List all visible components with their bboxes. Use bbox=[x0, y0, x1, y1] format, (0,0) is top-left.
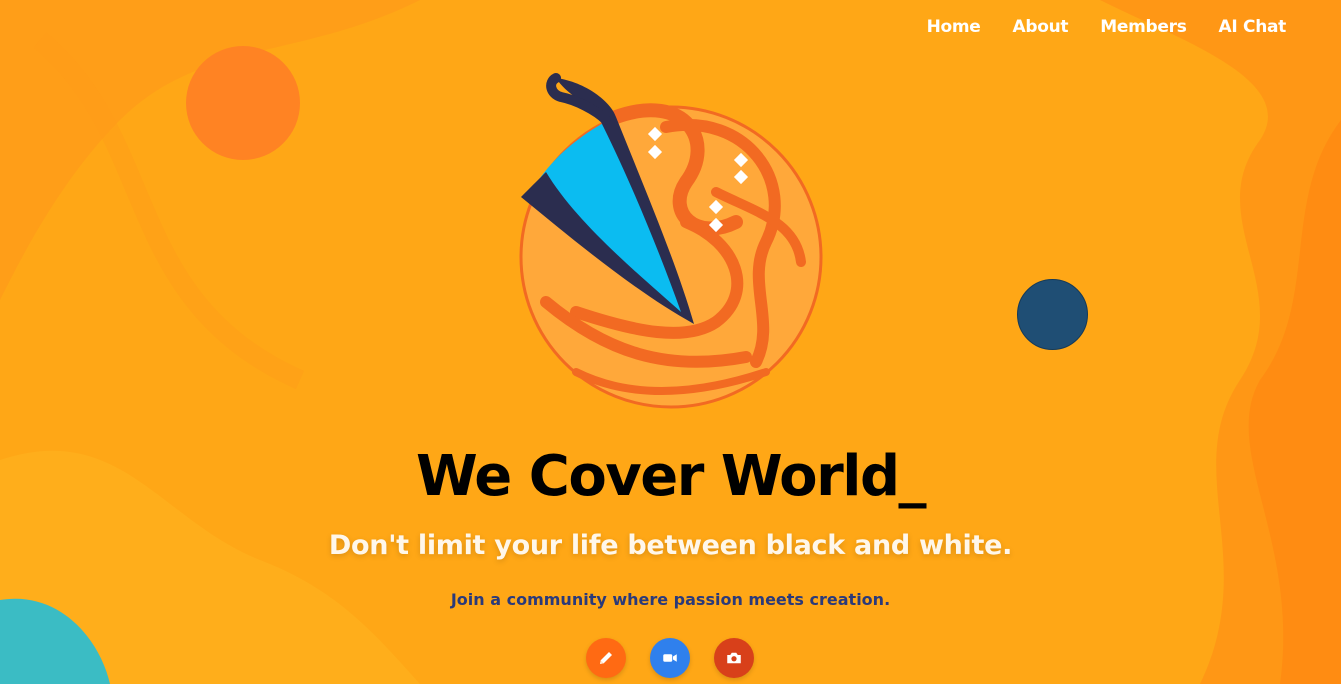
video-camera-icon bbox=[663, 654, 677, 662]
photo-button[interactable] bbox=[714, 638, 754, 678]
decorative-blue-circle bbox=[1017, 279, 1088, 350]
nav-link-about[interactable]: About bbox=[1013, 17, 1069, 37]
nav-link-members[interactable]: Members bbox=[1100, 17, 1187, 37]
write-button[interactable] bbox=[586, 638, 626, 678]
hero-subtitle: Don't limit your life between black and … bbox=[328, 530, 1013, 561]
action-buttons bbox=[586, 638, 754, 678]
pencil-icon bbox=[600, 652, 612, 664]
top-nav: Home About Members AI Chat bbox=[927, 17, 1287, 37]
nav-link-home[interactable]: Home bbox=[927, 17, 981, 37]
camera-icon bbox=[727, 652, 741, 664]
hero-title: We Cover World_ bbox=[415, 444, 927, 509]
community-logo bbox=[519, 73, 823, 409]
decorative-orange-circle bbox=[186, 46, 300, 160]
nav-link-ai-chat[interactable]: AI Chat bbox=[1219, 17, 1287, 37]
hero-tagline: Join a community where passion meets cre… bbox=[450, 590, 891, 609]
video-button[interactable] bbox=[650, 638, 690, 678]
